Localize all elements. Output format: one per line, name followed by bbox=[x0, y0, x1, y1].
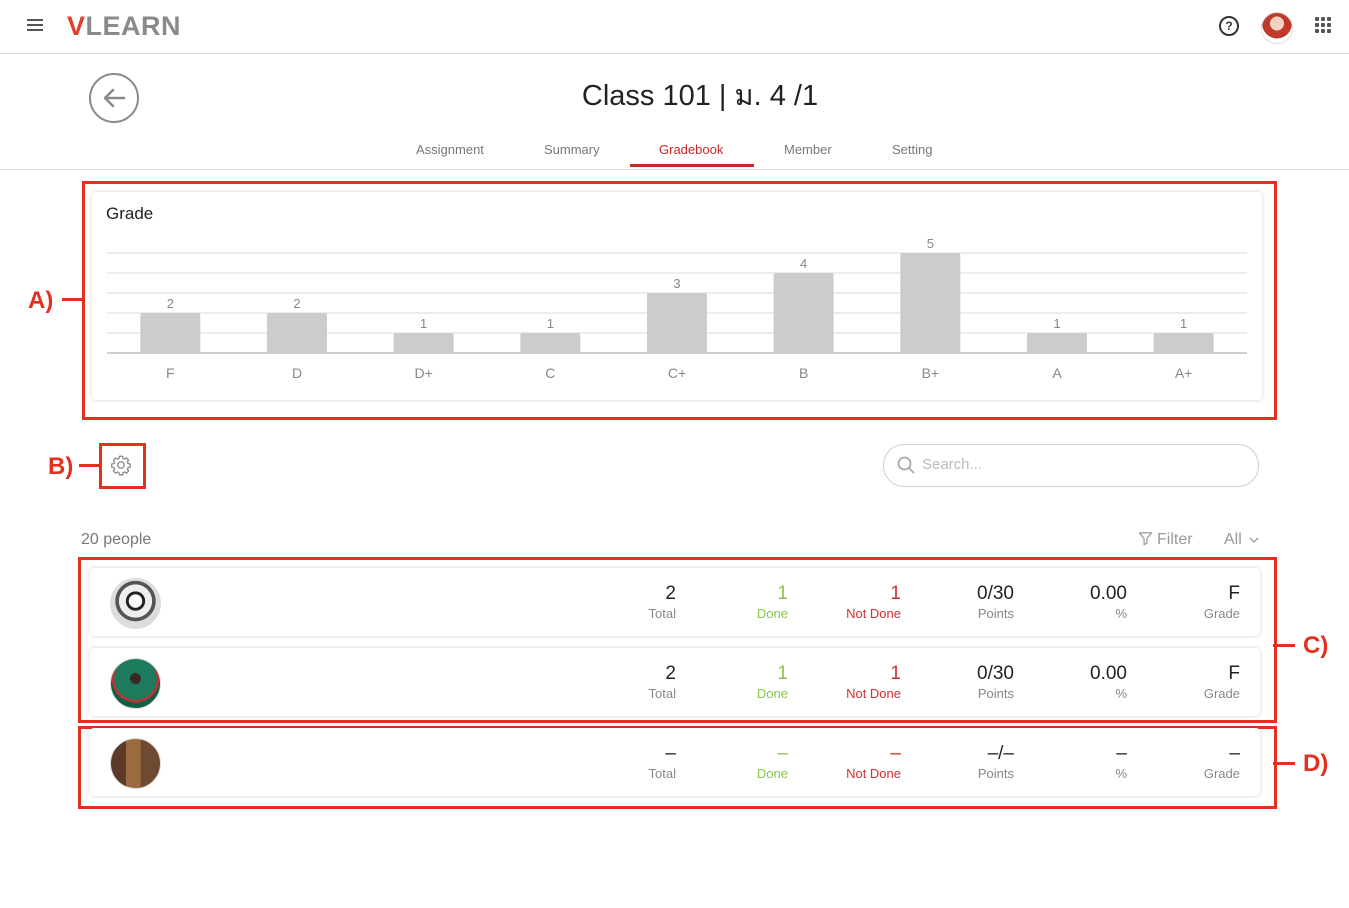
grade-cell: – Grade bbox=[1203, 743, 1240, 781]
bar-F[interactable] bbox=[140, 313, 201, 353]
category-label: D+ bbox=[415, 365, 433, 381]
annotation-dash-d bbox=[1273, 762, 1295, 765]
percent-cell: 0.00% bbox=[1090, 583, 1127, 621]
done-cell: – Done bbox=[756, 743, 788, 781]
bar-D+[interactable] bbox=[393, 333, 454, 353]
bar-B[interactable] bbox=[773, 273, 834, 353]
tab-gradebook[interactable]: Gradebook bbox=[659, 142, 723, 157]
help-icon[interactable]: ? bbox=[1219, 16, 1239, 36]
not-done-cell: 1 Not Done bbox=[846, 583, 901, 621]
grade-cell: F Grade bbox=[1203, 663, 1240, 701]
filter-select-value: All bbox=[1224, 531, 1242, 548]
annotation-label-d: D) bbox=[1303, 750, 1329, 777]
annotation-label-c: C) bbox=[1303, 632, 1329, 659]
bar-value-label: 1 bbox=[1180, 316, 1187, 331]
grade-cell: F Grade bbox=[1203, 583, 1240, 621]
filter-button[interactable]: Filter bbox=[1138, 531, 1193, 549]
bar-value-label: 2 bbox=[167, 296, 174, 311]
grade-chart-card: Grade 2 F 2 D 1 D+ 1 C 3 C+ 4 B 5 B+ 1 A 1 A+ bbox=[92, 192, 1262, 400]
annotation-label-b: B) bbox=[48, 453, 74, 480]
page-title: Class 101 | ม. 4 /1 bbox=[581, 80, 819, 112]
student-avatar bbox=[110, 578, 161, 629]
done-cell: 1 Done bbox=[756, 663, 788, 701]
bar-B+[interactable] bbox=[900, 253, 961, 353]
student-row[interactable]: 2 Total 1 Done 1 Not Done 0/30 Points 0.00% … bbox=[90, 648, 1260, 716]
funnel-icon bbox=[1138, 532, 1153, 546]
bar-D[interactable] bbox=[267, 313, 327, 353]
bar-value-label: 2 bbox=[293, 296, 300, 311]
student-row[interactable]: – Total – Done – Not Done –/– Points –% – Gra… bbox=[90, 728, 1260, 796]
category-label: B+ bbox=[922, 365, 940, 381]
tab-assignment[interactable]: Assignment bbox=[416, 142, 484, 157]
category-label: B bbox=[799, 365, 808, 381]
filter-select[interactable]: All bbox=[1224, 531, 1259, 549]
settings-gear-icon[interactable] bbox=[110, 454, 132, 476]
bar-value-label: 1 bbox=[420, 316, 427, 331]
done-cell: 1 Done bbox=[756, 583, 788, 621]
bar-value-label: 1 bbox=[547, 316, 554, 331]
total-cell: – Total bbox=[648, 743, 676, 781]
top-bar: VLEARN ? bbox=[0, 0, 1349, 54]
percent-cell: –% bbox=[1115, 743, 1127, 781]
grade-bar-chart: 2 F 2 D 1 D+ 1 C 3 C+ 4 B 5 B+ 1 A 1 A+ bbox=[107, 236, 1247, 381]
annotation-dash-c bbox=[1273, 644, 1295, 647]
apps-grid-icon[interactable] bbox=[1315, 17, 1332, 34]
bar-C[interactable] bbox=[520, 333, 581, 353]
user-avatar[interactable] bbox=[1261, 12, 1293, 44]
points-cell: –/– Points bbox=[977, 743, 1014, 781]
search-input[interactable] bbox=[920, 455, 1224, 474]
search-box bbox=[883, 444, 1259, 487]
not-done-cell: 1 Not Done bbox=[846, 663, 901, 701]
total-cell: 2 Total bbox=[648, 663, 676, 701]
menu-icon[interactable] bbox=[27, 19, 43, 33]
bar-value-label: 3 bbox=[673, 276, 680, 291]
student-avatar bbox=[110, 658, 161, 709]
annotation-dash-b bbox=[79, 464, 99, 467]
bar-value-label: 5 bbox=[927, 236, 934, 251]
tab-summary[interactable]: Summary bbox=[544, 142, 600, 157]
annotation-label-a: A) bbox=[28, 287, 54, 314]
student-avatar bbox=[110, 738, 161, 789]
filter-label: Filter bbox=[1157, 531, 1193, 548]
tab-member[interactable]: Member bbox=[784, 142, 832, 157]
student-row[interactable]: 2 Total 1 Done 1 Not Done 0/30 Points 0.00% … bbox=[90, 568, 1260, 636]
bar-A+[interactable] bbox=[1153, 333, 1214, 353]
chevron-down-icon bbox=[1249, 537, 1259, 543]
annotation-dash-a bbox=[62, 298, 82, 301]
category-label: C bbox=[545, 365, 555, 381]
people-count: 20 people bbox=[81, 531, 152, 548]
category-label: D bbox=[292, 365, 302, 381]
category-label: A bbox=[1052, 365, 1062, 381]
bar-value-label: 4 bbox=[800, 256, 807, 271]
points-cell: 0/30 Points bbox=[977, 583, 1014, 621]
category-label: F bbox=[166, 365, 175, 381]
bar-value-label: 1 bbox=[1053, 316, 1060, 331]
search-icon bbox=[897, 456, 915, 474]
bar-A[interactable] bbox=[1027, 333, 1087, 353]
vlearn-logo[interactable]: VLEARN bbox=[67, 11, 181, 42]
points-cell: 0/30 Points bbox=[977, 663, 1014, 701]
percent-cell: 0.00% bbox=[1090, 663, 1127, 701]
active-tab-indicator bbox=[630, 164, 754, 167]
category-label: A+ bbox=[1175, 365, 1193, 381]
tab-setting[interactable]: Setting bbox=[892, 142, 932, 157]
category-label: C+ bbox=[668, 365, 686, 381]
bar-C+[interactable] bbox=[647, 293, 707, 353]
not-done-cell: – Not Done bbox=[846, 743, 901, 781]
total-cell: 2 Total bbox=[648, 583, 676, 621]
